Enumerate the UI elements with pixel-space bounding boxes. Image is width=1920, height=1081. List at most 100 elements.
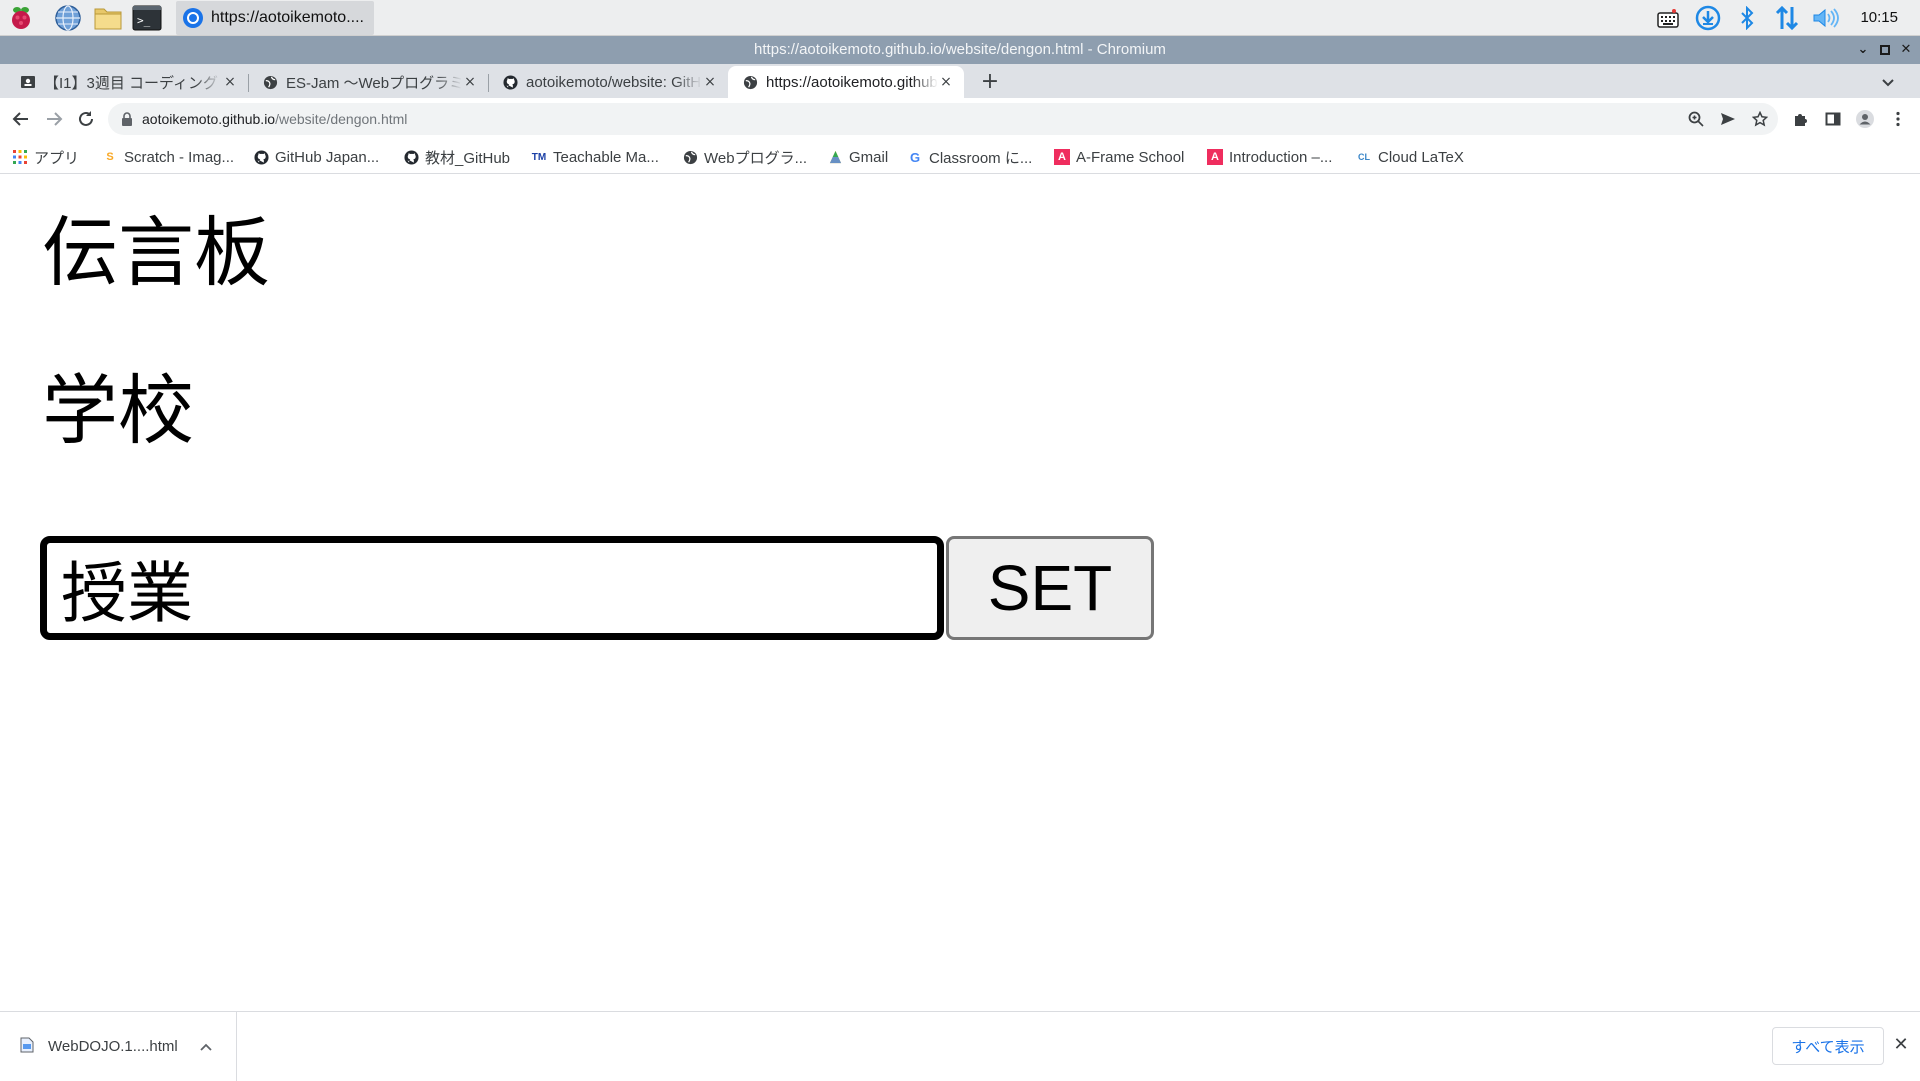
extensions-puzzle-icon[interactable] bbox=[1790, 108, 1812, 130]
menu-kebab-icon[interactable] bbox=[1887, 108, 1909, 130]
volume-icon[interactable] bbox=[1812, 4, 1840, 32]
taskbar-chromium-window[interactable]: https://aotoikemoto.... bbox=[176, 1, 374, 35]
zoom-icon[interactable] bbox=[1686, 109, 1706, 129]
side-panel-icon[interactable] bbox=[1822, 108, 1844, 130]
globe-icon bbox=[682, 149, 698, 165]
aframe-icon: A bbox=[1207, 149, 1223, 165]
tab-close-icon[interactable]: × bbox=[222, 74, 238, 90]
bookmark-aframe-school[interactable]: A A-Frame School bbox=[1054, 146, 1184, 168]
tab-close-icon[interactable]: × bbox=[938, 74, 954, 90]
github-icon bbox=[502, 74, 518, 90]
tab-title: aotoikemoto/website: GitHub bbox=[526, 73, 702, 91]
tab-title: 【I1】3週目 コーディング bbox=[44, 74, 218, 92]
bookmark-apps[interactable]: アプリ bbox=[12, 146, 79, 168]
profile-avatar-icon[interactable] bbox=[1854, 108, 1876, 130]
download-shelf: WebDOJO.1....html すべて表示 ✕ bbox=[0, 1011, 1920, 1081]
maximize-icon[interactable] bbox=[1876, 40, 1894, 60]
bookmark-kyozai-github[interactable]: 教材_GitHub bbox=[403, 146, 510, 168]
bookmark-star-icon[interactable] bbox=[1750, 109, 1770, 129]
new-tab-button[interactable]: + bbox=[978, 71, 1002, 95]
globe-icon bbox=[742, 74, 758, 90]
page-content: 伝言板 学校 SET bbox=[0, 175, 1920, 1011]
system-clock: 10:15 bbox=[1860, 9, 1898, 26]
keyboard-layout-icon[interactable] bbox=[1654, 4, 1682, 32]
url-host: aotoikemoto.github.io bbox=[142, 111, 276, 127]
taskbar-task-label: https://aotoikemoto.... bbox=[211, 9, 364, 26]
terminal-icon[interactable]: >_ bbox=[132, 3, 162, 33]
bookmark-label: 教材_GitHub bbox=[425, 149, 511, 167]
google-icon: G bbox=[909, 149, 921, 165]
set-button[interactable]: SET bbox=[946, 536, 1154, 640]
lock-icon[interactable] bbox=[120, 111, 134, 127]
file-manager-icon[interactable] bbox=[93, 3, 123, 33]
tab-title: https://aotoikemoto.github.io bbox=[766, 73, 938, 91]
web-browser-icon[interactable] bbox=[53, 3, 83, 33]
download-item[interactable]: WebDOJO.1....html bbox=[0, 1012, 237, 1081]
page-heading: 伝言板 bbox=[42, 208, 270, 297]
bookmark-label: Scratch - Imag... bbox=[124, 148, 235, 166]
chromium-icon bbox=[183, 8, 203, 28]
bluetooth-icon[interactable] bbox=[1733, 4, 1761, 32]
bookmark-label: A-Frame School bbox=[1076, 148, 1185, 166]
reload-icon[interactable] bbox=[74, 107, 98, 131]
bookmark-github-japan[interactable]: GitHub Japan... bbox=[253, 146, 379, 168]
bookmark-label: GitHub Japan... bbox=[275, 148, 380, 166]
network-transfer-icon[interactable] bbox=[1773, 4, 1801, 32]
html-file-icon bbox=[20, 1037, 34, 1057]
cloud-latex-icon: CL bbox=[1358, 152, 1370, 162]
bookmark-label: Introduction –... bbox=[1229, 148, 1333, 166]
bookmark-gmail[interactable]: Gmail bbox=[827, 146, 888, 168]
send-tab-icon[interactable] bbox=[1718, 109, 1738, 129]
bookmarks-bar: アプリ S Scratch - Imag... GitHub Japan... … bbox=[0, 140, 1920, 174]
bookmark-web-programming[interactable]: Webプログラ... bbox=[682, 146, 807, 168]
classroom-tab-icon bbox=[20, 74, 36, 90]
bookmark-label: Teachable Ma... bbox=[553, 148, 659, 166]
os-taskbar: >_ https://aotoikemoto.... 10:15 bbox=[0, 0, 1920, 36]
tab-close-icon[interactable]: × bbox=[702, 74, 718, 90]
download-filename: WebDOJO.1....html bbox=[48, 1038, 178, 1055]
address-bar[interactable]: aotoikemoto.github.io/website/dengon.htm… bbox=[108, 103, 1778, 135]
gmail-icon bbox=[827, 149, 843, 165]
window-title-bar[interactable]: https://aotoikemoto.github.io/website/de… bbox=[0, 36, 1920, 64]
scratch-icon: S bbox=[106, 151, 114, 163]
browser-toolbar: aotoikemoto.github.io/website/dengon.htm… bbox=[0, 98, 1920, 140]
bookmark-label: Webプログラ... bbox=[704, 149, 808, 167]
svg-text:>_: >_ bbox=[137, 14, 151, 27]
download-update-icon[interactable] bbox=[1694, 4, 1722, 32]
tab-title: ES-Jam 〜Webプログラミング bbox=[286, 74, 462, 92]
github-icon bbox=[253, 149, 269, 165]
bookmark-scratch[interactable]: S Scratch - Imag... bbox=[102, 146, 234, 168]
window-close-icon[interactable]: ✕ bbox=[1897, 40, 1915, 60]
show-all-downloads-button[interactable]: すべて表示 bbox=[1772, 1027, 1884, 1065]
bookmark-classroom[interactable]: G Classroom に... bbox=[907, 146, 1032, 168]
bookmark-label: Classroom に... bbox=[929, 149, 1033, 167]
aframe-icon: A bbox=[1054, 149, 1070, 165]
window-title: https://aotoikemoto.github.io/website/de… bbox=[754, 41, 1166, 58]
url-path: /website/dengon.html bbox=[275, 111, 408, 127]
tab-close-icon[interactable]: × bbox=[462, 74, 478, 90]
message-input[interactable] bbox=[40, 536, 944, 640]
bookmark-introduction[interactable]: A Introduction –... bbox=[1207, 146, 1332, 168]
tab-strip: 【I1】3週目 コーディング × ES-Jam 〜Webプログラミング × ao… bbox=[0, 64, 1920, 98]
tab-es-jam[interactable]: ES-Jam 〜Webプログラミング × bbox=[248, 66, 488, 98]
teachable-machine-icon: TM bbox=[531, 151, 547, 163]
chevron-up-icon[interactable] bbox=[200, 1039, 212, 1055]
tab-github-website[interactable]: aotoikemoto/website: GitHub × bbox=[488, 66, 728, 98]
tab-dengon-active[interactable]: https://aotoikemoto.github.io × bbox=[728, 66, 964, 98]
close-download-shelf-icon[interactable]: ✕ bbox=[1890, 1034, 1912, 1056]
bookmark-cloud-latex[interactable]: CL Cloud LaTeX bbox=[1356, 146, 1464, 168]
globe-icon bbox=[262, 74, 278, 90]
forward-arrow-icon[interactable] bbox=[42, 107, 66, 131]
tab-search-chevron-icon[interactable] bbox=[1878, 72, 1898, 92]
bookmark-label: Gmail bbox=[849, 148, 889, 166]
url-text[interactable]: aotoikemoto.github.io/website/dengon.htm… bbox=[142, 111, 407, 127]
github-icon bbox=[403, 149, 419, 165]
raspberry-menu-icon[interactable] bbox=[6, 3, 36, 33]
minimize-icon[interactable]: ⌄ bbox=[1854, 40, 1872, 60]
bookmark-label: アプリ bbox=[34, 149, 80, 167]
tab-coding[interactable]: 【I1】3週目 コーディング × bbox=[6, 66, 248, 98]
back-arrow-icon[interactable] bbox=[9, 107, 33, 131]
bookmark-teachable-machine[interactable]: TM Teachable Ma... bbox=[531, 146, 659, 168]
bookmark-label: Cloud LaTeX bbox=[1378, 148, 1464, 166]
message-display: 学校 bbox=[42, 366, 194, 455]
